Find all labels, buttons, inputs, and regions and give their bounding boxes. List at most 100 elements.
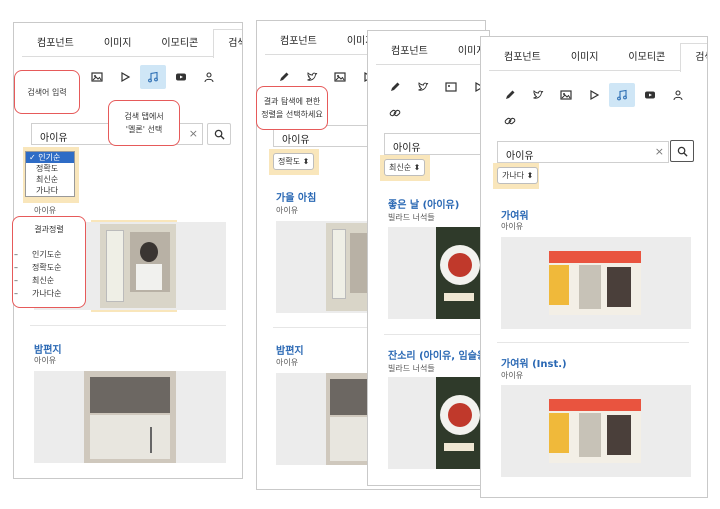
search-button[interactable] [207,123,231,145]
clear-icon[interactable]: × [189,127,198,140]
sort-option-label: 가나다 [36,186,59,195]
pencil-icon[interactable] [497,83,523,107]
sort-select[interactable]: 정확도 ⬍ [273,153,315,170]
sort-selected-value: 최신순 [389,163,412,172]
sort-option-label: 정확도 [36,164,59,173]
result-title[interactable]: 가을 아침 [276,189,316,204]
result-artist: 아이유 [501,222,524,231]
result-artist: 아이유 [276,206,299,215]
tab-components[interactable]: 컴포넌트 [22,29,89,57]
album-thumbnail[interactable] [501,237,691,329]
sort-option-label: 최신순 [36,175,59,184]
callout-text: 검색 탭에서 [124,112,164,121]
album-thumbnail[interactable] [276,221,376,313]
tab-bar: 컴포넌트 이미지 이모티콘 검색 [489,43,707,72]
youtube-icon[interactable] [637,83,663,107]
twitter-icon[interactable] [525,83,551,107]
tab-search[interactable]: 검색 [213,29,242,58]
sort-option-latest[interactable]: 최신순 [26,174,74,185]
source-icons [497,83,693,107]
tab-components[interactable]: 컴포넌트 [489,43,556,71]
twitter-icon[interactable] [410,75,436,99]
tab-emoticons[interactable]: 이모티콘 [613,43,680,71]
result-title[interactable]: 잔소리 (아이유, 임슬옹) [388,347,489,362]
updown-icon: ⬍ [413,163,421,172]
album-thumbnail[interactable] [501,385,691,477]
result-title[interactable]: 가여워 [501,207,529,222]
album-thumbnail[interactable] [34,371,226,463]
source-icons [382,75,489,99]
image-icon[interactable] [327,65,353,89]
panel-alphabetical: 컴포넌트 이미지 이모티콘 검색 아이유 × 가나다 ⬍ 가여워 아이유 가여워… [480,36,708,498]
result-artist: 아이유 [501,371,524,380]
search-value: 아이유 [393,143,421,154]
pencil-icon[interactable] [382,75,408,99]
tab-search[interactable]: 검색 [680,43,707,72]
search-input[interactable]: 아이유 × [497,141,669,163]
music-icon[interactable] [140,65,166,89]
album-art [549,399,641,463]
sort-result-item: 인기도순 [32,250,62,259]
sort-result-item: 최신순 [32,276,55,285]
result-title[interactable]: 가여워 (Inst.) [501,355,567,370]
clear-icon[interactable]: × [655,145,664,158]
result-artist: 아이유 [34,356,57,365]
search-value: 아이유 [506,151,534,162]
updown-icon: ⬍ [302,157,310,166]
play-icon[interactable] [112,65,138,89]
album-thumbnail[interactable] [388,227,489,319]
tab-bar: 컴포넌트 이미지 이모티콘 검색 [22,29,242,58]
sort-option-label: 인기순 [38,153,61,162]
link-icon[interactable] [497,109,523,133]
sort-selected-value: 정확도 [278,157,301,166]
sort-select[interactable]: 가나다 ⬍ [497,167,539,184]
callout-text: 정렬을 선택하세요 [261,110,323,119]
search-button[interactable] [670,140,694,162]
result-divider [273,327,373,328]
source-icons [84,65,224,89]
tab-emoticons[interactable]: 이모티콘 [146,29,213,57]
result-title[interactable]: 좋은 날 (아이유) [388,196,459,211]
sort-result-item: 가나다순 [32,289,62,298]
sort-option-alpha[interactable]: 가나다 [26,185,74,196]
tab-images[interactable]: 이미지 [89,29,147,57]
search-icon [214,129,225,140]
tab-images[interactable]: 이미지 [556,43,614,71]
result-artist: 아이유 [34,206,57,215]
sort-select[interactable]: 최신순 ⬍ [384,159,426,176]
sort-result-item: 정확도순 [32,263,62,272]
person-icon[interactable] [196,65,222,89]
callout-search-input: 검색어 입력 [14,70,80,114]
album-art [549,251,641,315]
album-art [84,371,176,463]
result-divider [497,342,689,343]
tab-components[interactable]: 컴포넌트 [376,37,443,65]
callout-title: 결과정렬 [34,225,64,234]
image-icon[interactable] [84,65,110,89]
updown-icon: ⬍ [526,171,534,180]
sort-option-accuracy[interactable]: 정확도 [26,163,74,174]
person-icon[interactable] [665,83,691,107]
image-icon[interactable] [438,75,464,99]
image-icon[interactable] [553,83,579,107]
sort-result-list: – 인기도순 – 정확도순 – 최신순 – 가나다순 [14,250,62,298]
album-thumbnail[interactable] [388,377,489,469]
play-icon[interactable] [581,83,607,107]
source-icons-row2 [497,109,525,133]
music-icon[interactable] [609,83,635,107]
source-icons-row2 [382,101,410,125]
youtube-icon[interactable] [168,65,194,89]
sort-option-popular[interactable]: ✓ 인기순 [26,152,74,163]
tab-bar: 컴포넌트 이미지 [376,37,489,65]
callout-text: 결과 탐색에 편한 [263,97,321,106]
sort-selected-value: 가나다 [502,171,525,180]
link-icon[interactable] [382,101,408,125]
callout-text: '멜론' 선택 [125,125,163,134]
tab-components[interactable]: 컴포넌트 [265,27,332,55]
panel-latest: 컴포넌트 이미지 아이유 최신순 ⬍ 좋은 날 (아이유) 빌라드 너석들 잔소… [367,30,490,486]
result-title[interactable]: 밤편지 [34,341,62,356]
album-thumbnail[interactable] [276,373,376,465]
result-title[interactable]: 밤편지 [276,342,304,357]
search-input[interactable]: 아이유 [384,133,489,155]
sort-dropdown[interactable]: ✓ 인기순 정확도 최신순 가나다 [25,151,75,197]
